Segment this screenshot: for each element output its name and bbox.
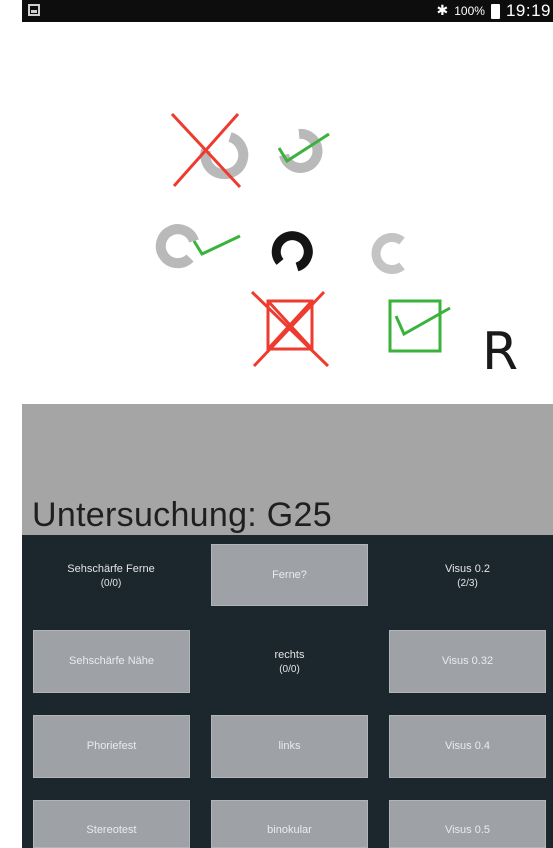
visual-test-area[interactable]: R (22, 22, 553, 404)
visus-0-32-button[interactable]: Visus 0.32 (389, 630, 546, 693)
landolt-ring-correct-1 (277, 128, 330, 173)
eye-indicator: R (482, 322, 519, 382)
visus-0-5-button[interactable]: Visus 0.5 (389, 800, 546, 848)
answer-box-correct (388, 299, 451, 353)
sehschaerfe-naehe-button[interactable]: Sehschärfe Nähe (33, 630, 190, 693)
landolt-ring-current (271, 231, 313, 272)
battery-percent: 100% (454, 4, 485, 18)
landolt-ring-pending (371, 233, 405, 274)
screenshot-notification-icon (28, 4, 40, 16)
menu-heading-visus: Visus 0.2 (2/3) (389, 541, 546, 611)
landolt-ring-correct-2 (155, 224, 241, 269)
menu-heading-sehschaerfe-ferne: Sehschärfe Ferne (0/0) (32, 541, 190, 611)
menu-heading-count: (2/3) (457, 577, 478, 589)
links-button[interactable]: links (211, 715, 368, 778)
test-menu-grid: Sehschärfe Ferne (0/0) Ferne? Visus 0.2 … (22, 535, 553, 848)
menu-heading-count: (0/0) (279, 663, 300, 675)
page-title: Untersuchung: G25 (32, 496, 332, 534)
menu-heading-label: rechts (274, 648, 305, 661)
visus-0-4-button[interactable]: Visus 0.4 (389, 715, 546, 778)
menu-heading-count: (0/0) (100, 577, 122, 589)
battery-icon (490, 3, 500, 19)
landolt-rings-canvas (155, 112, 451, 368)
answer-box-wrong (250, 290, 330, 368)
header-band: Untersuchung: G25 (22, 404, 553, 535)
stereotest-button[interactable]: Stereotest (33, 800, 190, 848)
clock: 19:19 (505, 1, 551, 20)
menu-heading-label: Sehschärfe Ferne (67, 562, 155, 575)
bluetooth-icon: ✱ (436, 3, 449, 19)
menu-heading-label: Visus 0.2 (444, 562, 491, 575)
binokular-button[interactable]: binokular (211, 800, 368, 848)
ferne-button[interactable]: Ferne? (211, 544, 368, 606)
menu-heading-rechts: rechts (0/0) (211, 627, 368, 697)
landolt-ring-wrong-1 (170, 112, 249, 189)
phorietest-button[interactable]: Phoriefest (33, 715, 190, 778)
status-icons: ✱ 100% 19:19 (437, 0, 551, 22)
status-bar: ✱ 100% 19:19 (22, 0, 553, 22)
